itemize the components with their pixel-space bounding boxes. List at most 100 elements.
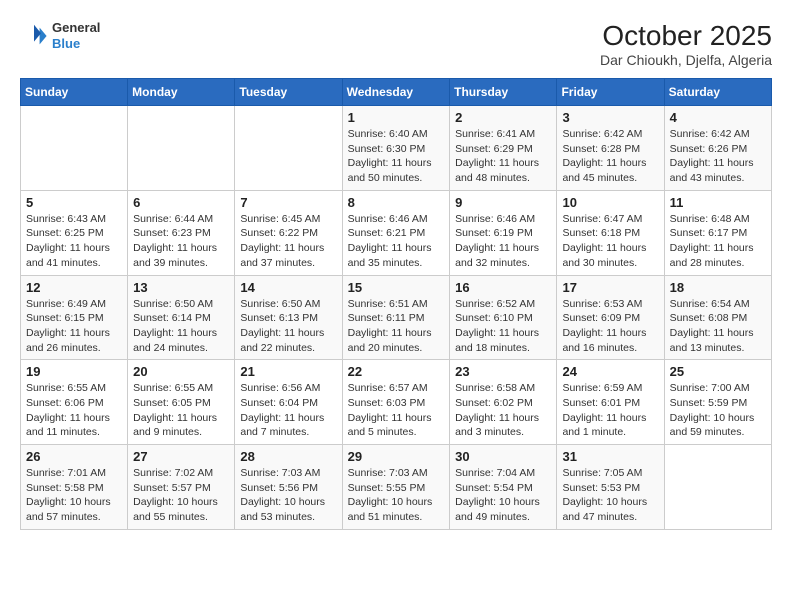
- day-detail: Sunrise: 6:42 AMSunset: 6:26 PMDaylight:…: [670, 127, 766, 186]
- day-detail: Sunrise: 6:59 AMSunset: 6:01 PMDaylight:…: [562, 381, 658, 440]
- calendar-cell: 10 Sunrise: 6:47 AMSunset: 6:18 PMDayligh…: [557, 190, 664, 275]
- calendar-cell: 2 Sunrise: 6:41 AMSunset: 6:29 PMDaylight…: [450, 106, 557, 191]
- calendar-cell: 15 Sunrise: 6:51 AMSunset: 6:11 PMDayligh…: [342, 275, 450, 360]
- day-number: 3: [562, 110, 658, 125]
- day-number: 2: [455, 110, 551, 125]
- day-number: 27: [133, 449, 229, 464]
- calendar-cell: 25 Sunrise: 7:00 AMSunset: 5:59 PMDayligh…: [664, 360, 771, 445]
- calendar-cell: 24 Sunrise: 6:59 AMSunset: 6:01 PMDayligh…: [557, 360, 664, 445]
- calendar-cell: 17 Sunrise: 6:53 AMSunset: 6:09 PMDayligh…: [557, 275, 664, 360]
- calendar-cell: 12Sunrise: 6:49 AMSunset: 6:15 PMDayligh…: [21, 275, 128, 360]
- calendar-cell: 18 Sunrise: 6:54 AMSunset: 6:08 PMDayligh…: [664, 275, 771, 360]
- calendar-cell: 8Sunrise: 6:46 AMSunset: 6:21 PMDaylight…: [342, 190, 450, 275]
- calendar-cell: 9Sunrise: 6:46 AMSunset: 6:19 PMDaylight…: [450, 190, 557, 275]
- week-row-4: 26 Sunrise: 7:01 AMSunset: 5:58 PMDayligh…: [21, 445, 772, 530]
- calendar-cell: 21 Sunrise: 6:56 AMSunset: 6:04 PMDayligh…: [235, 360, 342, 445]
- day-detail: Sunrise: 6:41 AMSunset: 6:29 PMDaylight:…: [455, 127, 551, 186]
- calendar-subtitle: Dar Chioukh, Djelfa, Algeria: [600, 52, 772, 68]
- day-number: 17: [562, 280, 658, 295]
- calendar-cell: 28Sunrise: 7:03 AMSunset: 5:56 PMDayligh…: [235, 445, 342, 530]
- day-detail: Sunrise: 7:00 AMSunset: 5:59 PMDaylight:…: [670, 381, 766, 440]
- day-number: 21: [240, 364, 336, 379]
- day-detail: Sunrise: 6:43 AMSunset: 6:25 PMDaylight:…: [26, 212, 122, 271]
- day-detail: Sunrise: 6:50 AMSunset: 6:13 PMDaylight:…: [240, 297, 336, 356]
- calendar-cell: [21, 106, 128, 191]
- day-number: 20: [133, 364, 229, 379]
- day-detail: Sunrise: 6:54 AMSunset: 6:08 PMDaylight:…: [670, 297, 766, 356]
- calendar-cell: [235, 106, 342, 191]
- day-detail: Sunrise: 6:45 AMSunset: 6:22 PMDaylight:…: [240, 212, 336, 271]
- calendar-cell: 20 Sunrise: 6:55 AMSunset: 6:05 PMDayligh…: [128, 360, 235, 445]
- day-number: 5: [26, 195, 122, 210]
- calendar-cell: 13Sunrise: 6:50 AMSunset: 6:14 PMDayligh…: [128, 275, 235, 360]
- calendar-cell: [664, 445, 771, 530]
- day-detail: Sunrise: 6:56 AMSunset: 6:04 PMDaylight:…: [240, 381, 336, 440]
- calendar-title: October 2025: [600, 20, 772, 52]
- day-detail: Sunrise: 6:47 AMSunset: 6:18 PMDaylight:…: [562, 212, 658, 271]
- calendar-cell: [128, 106, 235, 191]
- calendar-cell: 27 Sunrise: 7:02 AMSunset: 5:57 PMDayligh…: [128, 445, 235, 530]
- calendar-cell: 23Sunrise: 6:58 AMSunset: 6:02 PMDayligh…: [450, 360, 557, 445]
- day-number: 4: [670, 110, 766, 125]
- logo-icon: [20, 22, 48, 50]
- weekday-header-monday: Monday: [128, 79, 235, 106]
- day-detail: Sunrise: 6:53 AMSunset: 6:09 PMDaylight:…: [562, 297, 658, 356]
- logo-line1: General: [52, 20, 100, 36]
- day-number: 31: [562, 449, 658, 464]
- day-detail: Sunrise: 6:51 AMSunset: 6:11 PMDaylight:…: [348, 297, 445, 356]
- day-number: 11: [670, 195, 766, 210]
- day-number: 19: [26, 364, 122, 379]
- day-number: 1: [348, 110, 445, 125]
- day-detail: Sunrise: 7:01 AMSunset: 5:58 PMDaylight:…: [26, 466, 122, 525]
- weekday-header-tuesday: Tuesday: [235, 79, 342, 106]
- weekday-row: SundayMondayTuesdayWednesdayThursdayFrid…: [21, 79, 772, 106]
- day-number: 6: [133, 195, 229, 210]
- day-number: 28: [240, 449, 336, 464]
- weekday-header-saturday: Saturday: [664, 79, 771, 106]
- day-number: 24: [562, 364, 658, 379]
- calendar-cell: 7Sunrise: 6:45 AMSunset: 6:22 PMDaylight…: [235, 190, 342, 275]
- day-number: 10: [562, 195, 658, 210]
- calendar-cell: 19Sunrise: 6:55 AMSunset: 6:06 PMDayligh…: [21, 360, 128, 445]
- calendar-cell: 11 Sunrise: 6:48 AMSunset: 6:17 PMDayligh…: [664, 190, 771, 275]
- calendar-header: SundayMondayTuesdayWednesdayThursdayFrid…: [21, 79, 772, 106]
- day-detail: Sunrise: 6:42 AMSunset: 6:28 PMDaylight:…: [562, 127, 658, 186]
- day-number: 15: [348, 280, 445, 295]
- day-number: 25: [670, 364, 766, 379]
- day-detail: Sunrise: 7:04 AMSunset: 5:54 PMDaylight:…: [455, 466, 551, 525]
- week-row-2: 12Sunrise: 6:49 AMSunset: 6:15 PMDayligh…: [21, 275, 772, 360]
- day-number: 16: [455, 280, 551, 295]
- logo-text: General Blue: [52, 20, 100, 51]
- week-row-0: 1 Sunrise: 6:40 AMSunset: 6:30 PMDaylight…: [21, 106, 772, 191]
- day-number: 18: [670, 280, 766, 295]
- week-row-3: 19Sunrise: 6:55 AMSunset: 6:06 PMDayligh…: [21, 360, 772, 445]
- day-number: 26: [26, 449, 122, 464]
- calendar-cell: 26 Sunrise: 7:01 AMSunset: 5:58 PMDayligh…: [21, 445, 128, 530]
- calendar-cell: 22 Sunrise: 6:57 AMSunset: 6:03 PMDayligh…: [342, 360, 450, 445]
- day-detail: Sunrise: 6:50 AMSunset: 6:14 PMDaylight:…: [133, 297, 229, 356]
- weekday-header-thursday: Thursday: [450, 79, 557, 106]
- day-detail: Sunrise: 6:52 AMSunset: 6:10 PMDaylight:…: [455, 297, 551, 356]
- title-block: October 2025 Dar Chioukh, Djelfa, Algeri…: [600, 20, 772, 68]
- weekday-header-sunday: Sunday: [21, 79, 128, 106]
- day-number: 9: [455, 195, 551, 210]
- calendar-cell: 14 Sunrise: 6:50 AMSunset: 6:13 PMDayligh…: [235, 275, 342, 360]
- week-row-1: 5 Sunrise: 6:43 AMSunset: 6:25 PMDaylight…: [21, 190, 772, 275]
- day-number: 8: [348, 195, 445, 210]
- calendar-cell: 3 Sunrise: 6:42 AMSunset: 6:28 PMDaylight…: [557, 106, 664, 191]
- day-detail: Sunrise: 6:44 AMSunset: 6:23 PMDaylight:…: [133, 212, 229, 271]
- day-detail: Sunrise: 6:48 AMSunset: 6:17 PMDaylight:…: [670, 212, 766, 271]
- day-detail: Sunrise: 6:55 AMSunset: 6:05 PMDaylight:…: [133, 381, 229, 440]
- calendar-cell: 5 Sunrise: 6:43 AMSunset: 6:25 PMDaylight…: [21, 190, 128, 275]
- day-detail: Sunrise: 6:40 AMSunset: 6:30 PMDaylight:…: [348, 127, 445, 186]
- calendar-cell: 16 Sunrise: 6:52 AMSunset: 6:10 PMDayligh…: [450, 275, 557, 360]
- weekday-header-friday: Friday: [557, 79, 664, 106]
- calendar-table: SundayMondayTuesdayWednesdayThursdayFrid…: [20, 78, 772, 530]
- day-number: 14: [240, 280, 336, 295]
- page-header: General Blue October 2025 Dar Chioukh, D…: [20, 20, 772, 68]
- weekday-header-wednesday: Wednesday: [342, 79, 450, 106]
- day-number: 23: [455, 364, 551, 379]
- day-number: 22: [348, 364, 445, 379]
- day-detail: Sunrise: 7:02 AMSunset: 5:57 PMDaylight:…: [133, 466, 229, 525]
- day-detail: Sunrise: 6:57 AMSunset: 6:03 PMDaylight:…: [348, 381, 445, 440]
